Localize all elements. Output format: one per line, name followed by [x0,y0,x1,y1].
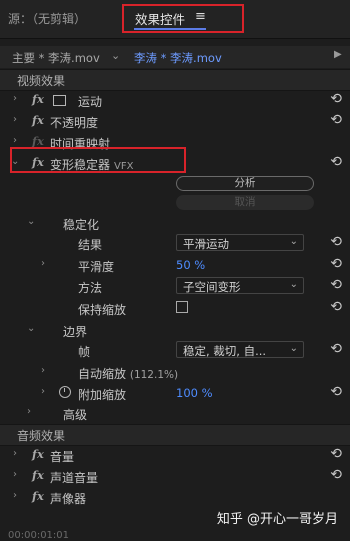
framing-value: 稳定, 裁切, 自... [183,344,267,358]
effect-row-channel-volume[interactable]: › fx 声道音量 ⟲ [0,466,350,487]
smoothness-value[interactable]: 50 % [176,258,205,272]
auto-scale-detail: (112.1%) [129,369,179,381]
fx-icon[interactable]: fx [32,468,44,482]
advanced-label: 高级 [63,408,88,422]
group-stabilization[interactable]: ⌄ 稳定化 [0,213,350,234]
fx-icon[interactable]: fx [32,489,44,503]
chevron-right-icon[interactable]: › [13,448,17,459]
chevron-right-icon[interactable]: › [13,490,17,501]
chevron-right-icon[interactable]: › [13,469,17,480]
fx-icon[interactable]: fx [32,92,44,106]
reset-icon[interactable]: ⟲ [330,277,342,293]
volume-label: 音量 [50,450,75,464]
chevron-right-icon[interactable]: › [27,406,31,417]
group-advanced[interactable]: › 高级 [0,403,350,424]
param-row-smoothness: › 平滑度 50 % ⟲ [0,255,350,276]
effect-row-motion[interactable]: › fx 运动 ⟲ [0,90,350,111]
preserve-scale-checkbox[interactable] [176,301,188,313]
additional-scale-value[interactable]: 100 % [176,386,213,400]
reset-icon[interactable]: ⟲ [330,256,342,272]
effect-row-opacity[interactable]: › fx 不透明度 ⟲ [0,111,350,132]
reset-icon[interactable]: ⟲ [330,91,342,107]
additional-scale-label: 附加缩放 [78,388,127,402]
borders-label: 边界 [63,325,88,339]
chevron-down-icon[interactable]: ⌄ [111,49,120,62]
opacity-label: 不透明度 [50,116,99,130]
audio-effects-header: 音频效果 [0,424,350,446]
param-row-auto-scale: › 自动缩放 (112.1%) [0,362,350,383]
param-row-preserve-scale: 保持缩放 ⟲ [0,298,350,319]
effect-row-panner[interactable]: › fx 声像器 [0,487,350,508]
analyze-button[interactable]: 分析 [176,176,314,191]
reset-icon[interactable]: ⟲ [330,234,342,250]
tab-source[interactable]: 源：（无剪辑） [8,10,86,27]
highlight-box-tab [122,4,244,33]
auto-scale-name: 自动缩放 [78,367,127,381]
chevron-right-icon[interactable]: › [41,258,45,269]
transform-icon[interactable] [53,95,66,106]
reset-icon[interactable]: ⟲ [330,154,342,170]
result-label: 结果 [78,238,103,252]
reset-icon[interactable]: ⟲ [330,446,342,462]
chevron-right-icon[interactable]: › [13,135,17,146]
motion-label: 运动 [78,95,103,109]
chevron-right-icon[interactable]: › [13,114,17,125]
method-value: 子空间变形 [183,280,241,294]
framing-dropdown[interactable]: 稳定, 裁切, 自... ⌄ [176,341,304,358]
framing-label: 帧 [78,345,91,359]
reset-icon[interactable]: ⟲ [330,112,342,128]
channel-volume-label: 声道音量 [50,471,99,485]
highlight-box-effect [10,147,186,173]
result-dropdown[interactable]: 平滑运动 ⌄ [176,234,304,251]
fx-icon[interactable]: fx [32,113,44,127]
preserve-scale-label: 保持缩放 [78,303,127,317]
reset-icon[interactable]: ⟲ [330,341,342,357]
reset-icon[interactable]: ⟲ [330,384,342,400]
param-row-framing: 帧 稳定, 裁切, 自... ⌄ ⟲ [0,340,350,361]
method-dropdown[interactable]: 子空间变形 ⌄ [176,277,304,294]
video-effects-header: 视频效果 [0,69,350,91]
watermark-text: 知乎 @开心一哥岁月 [216,512,338,527]
stabilization-label: 稳定化 [63,218,100,232]
timecode[interactable]: 00:00:01:01 [8,530,69,541]
result-value: 平滑运动 [183,237,229,251]
chevron-right-icon[interactable]: › [41,386,45,397]
chevron-down-icon: ⌄ [289,343,298,354]
reset-icon[interactable]: ⟲ [330,467,342,483]
video-effects-label: 视频效果 [17,74,66,88]
stopwatch-icon[interactable] [59,386,71,398]
cancel-button: 取消 [176,195,314,210]
auto-scale-label: 自动缩放 (112.1%) [78,365,178,382]
chevron-down-icon[interactable]: ⌄ [27,323,35,334]
chevron-right-icon[interactable]: › [13,93,17,104]
panner-label: 声像器 [50,492,87,506]
fx-icon: fx [32,134,44,148]
chevron-down-icon: ⌄ [289,279,298,290]
reset-icon[interactable]: ⟲ [330,299,342,315]
audio-effects-label: 音频效果 [17,429,66,443]
param-row-method: 方法 子空间变形 ⌄ ⟲ [0,276,350,297]
group-borders[interactable]: ⌄ 边界 [0,320,350,341]
fx-icon[interactable]: fx [32,447,44,461]
param-row-result: 结果 平滑运动 ⌄ ⟲ [0,233,350,254]
chevron-down-icon: ⌄ [289,236,298,247]
param-row-additional-scale: › 附加缩放 100 % ⟲ [0,383,350,404]
smoothness-label: 平滑度 [78,260,115,274]
chevron-right-icon[interactable]: › [41,365,45,376]
method-label: 方法 [78,281,103,295]
effect-row-volume[interactable]: › fx 音量 ⟲ [0,445,350,466]
current-clip-label[interactable]: 李涛 * 李涛.mov [134,50,222,66]
chevron-down-icon[interactable]: ⌄ [27,216,35,227]
master-clip-label[interactable]: 主要 * 李涛.mov [12,50,100,66]
chevron-right-icon[interactable]: ▶ [334,49,342,60]
